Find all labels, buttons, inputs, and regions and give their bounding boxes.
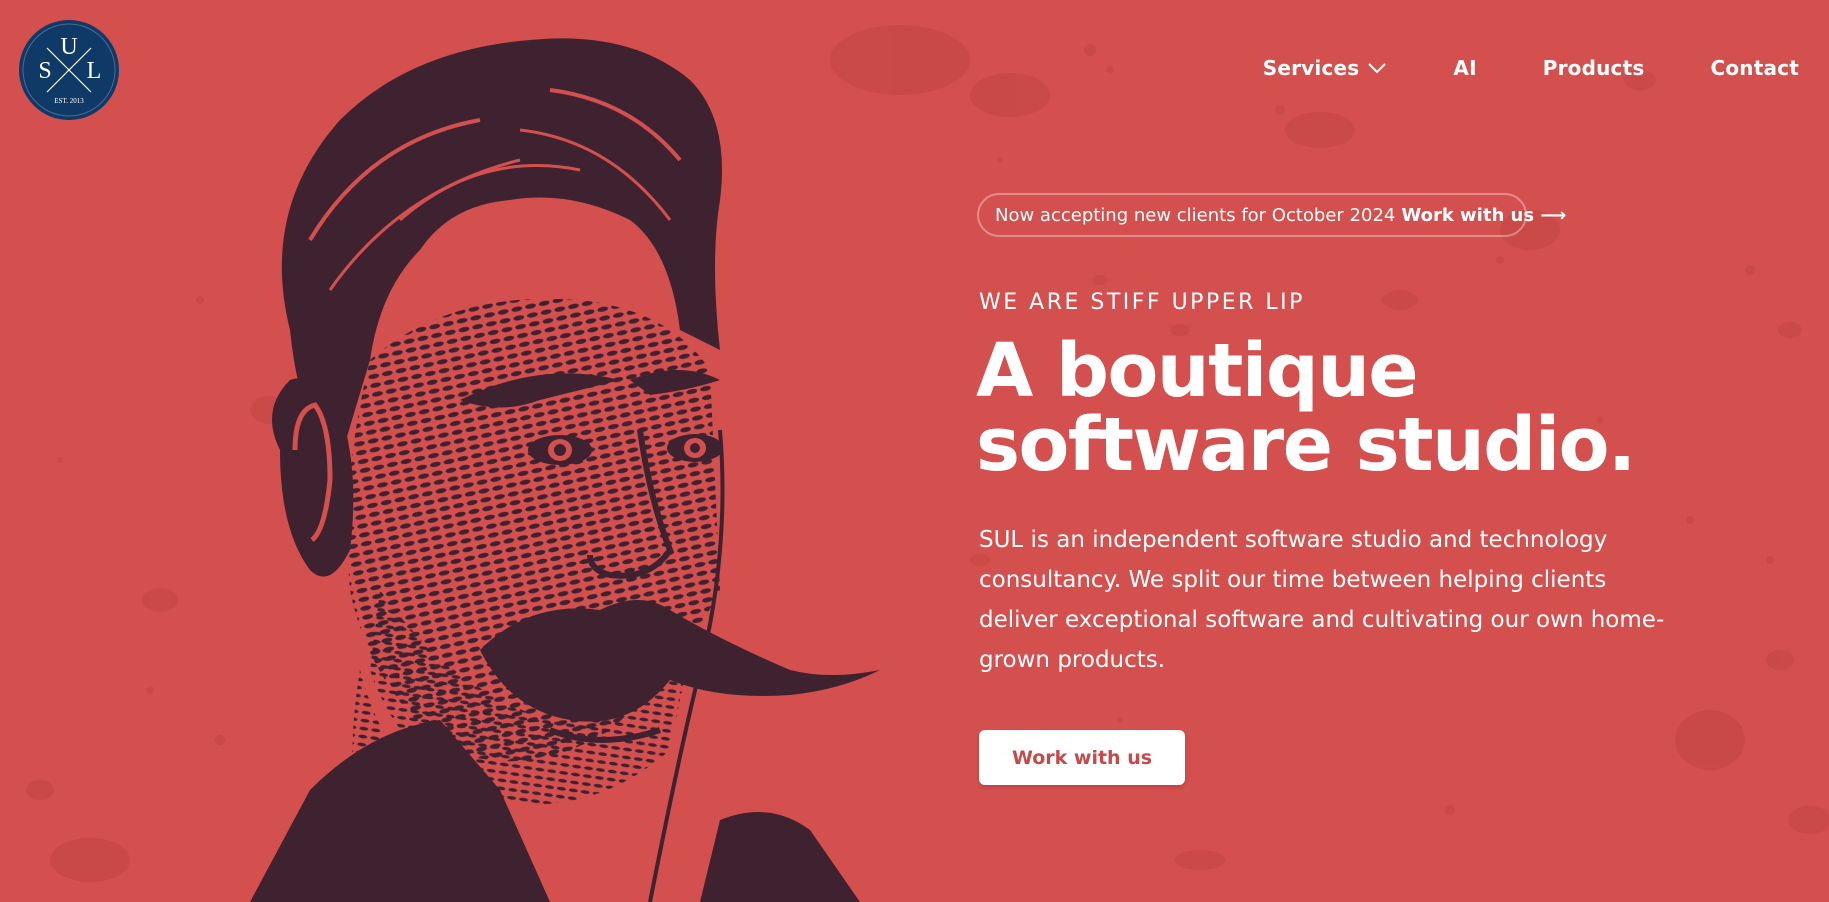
logo-letter-u: U — [60, 34, 77, 60]
announcement-pill[interactable]: Now accepting new clients for October 20… — [977, 193, 1566, 237]
cta-label: Work with us — [1011, 746, 1153, 769]
nav-contact[interactable]: Contact — [1710, 56, 1799, 80]
nav-ai-label: AI — [1453, 56, 1477, 80]
gentleman-portrait-illustration — [250, 38, 880, 902]
hero-headline: A boutique software studio. — [976, 334, 1696, 482]
logo-letter-l: L — [87, 58, 102, 84]
logo-emblem-icon: U S L EST. 2013 — [22, 23, 116, 117]
studio-logo[interactable]: U S L EST. 2013 — [19, 20, 119, 120]
hero-description: SUL is an independent software studio an… — [979, 527, 1665, 673]
logo-letter-s: S — [38, 58, 51, 84]
nav-ai[interactable]: AI — [1453, 56, 1476, 80]
nav-services-label: Services — [1262, 56, 1360, 80]
announcement-link[interactable]: Work with us ⟶ — [1401, 205, 1566, 226]
hero-eyebrow: WE ARE STIFF UPPER LIP — [979, 290, 1305, 315]
hero-headline-line2: software studio. — [976, 402, 1636, 488]
hero-headline-line1: A boutique — [976, 328, 1419, 414]
work-with-us-button[interactable]: Work with us — [979, 730, 1185, 785]
hero-page: U S L EST. 2013 Services AI Products Con… — [0, 0, 1829, 902]
arrow-right-icon: ⟶ — [1540, 204, 1567, 226]
logo-established: EST. 2013 — [54, 97, 84, 105]
main-nav: Services AI Products Contact — [1263, 56, 1799, 80]
nav-services[interactable]: Services — [1263, 56, 1388, 80]
nav-contact-label: Contact — [1710, 56, 1799, 80]
announcement-text: Now accepting new clients for October 20… — [995, 204, 1396, 226]
chevron-down-icon — [1368, 63, 1387, 74]
nav-products[interactable]: Products — [1543, 56, 1645, 80]
announcement-link-label: Work with us — [1401, 204, 1535, 226]
nav-products-label: Products — [1542, 56, 1645, 80]
